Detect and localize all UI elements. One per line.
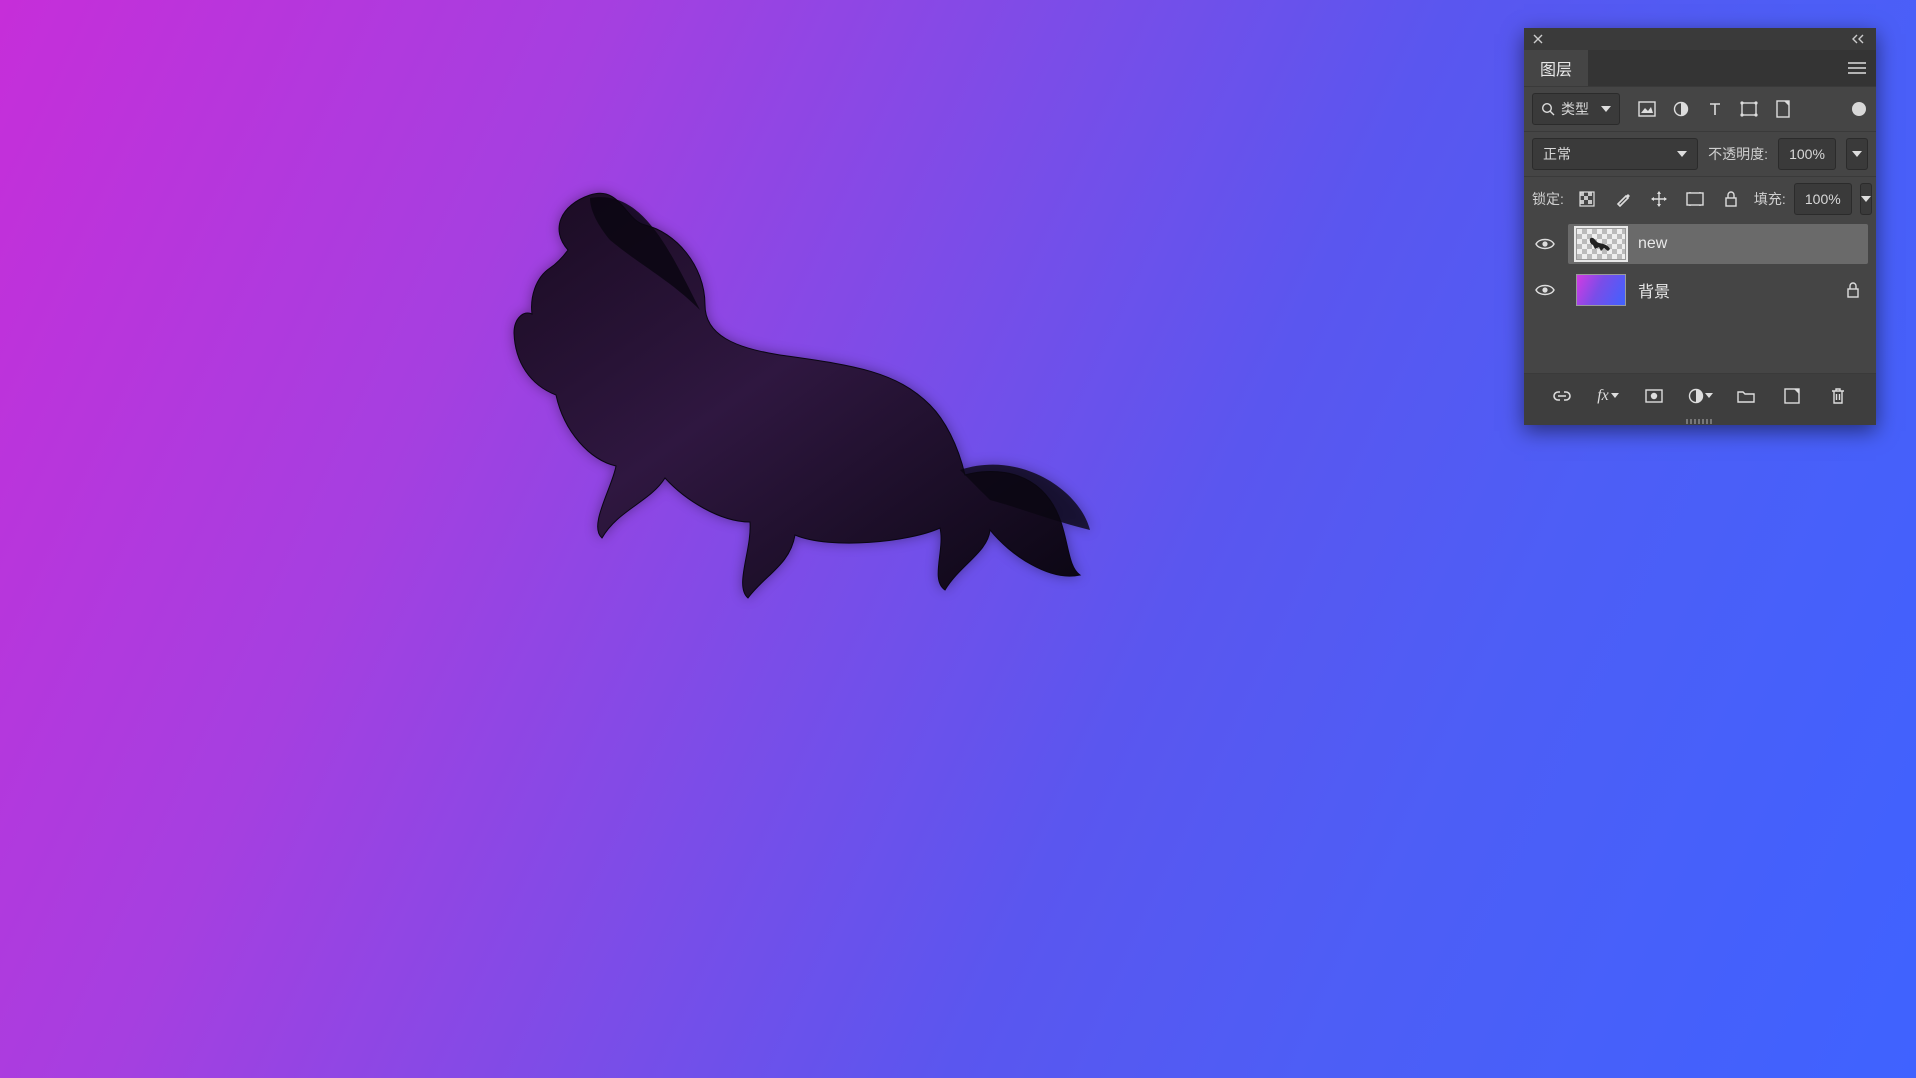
chevron-down-icon xyxy=(1677,151,1687,157)
filter-kind-dropdown[interactable]: 类型 xyxy=(1532,93,1620,125)
trash-icon[interactable] xyxy=(1824,382,1852,410)
adjustment-filter-icon[interactable] xyxy=(1666,94,1696,124)
lock-artboard-icon[interactable] xyxy=(1680,184,1710,214)
layer-filter-row: 类型 xyxy=(1524,86,1876,131)
link-layers-icon[interactable] xyxy=(1548,382,1576,410)
blend-row: 正常 不透明度: 100% xyxy=(1524,131,1876,176)
visibility-toggle-icon[interactable] xyxy=(1532,283,1558,297)
layer-row[interactable]: new xyxy=(1524,221,1876,267)
fill-label[interactable]: 填充: xyxy=(1754,189,1786,209)
fill-field[interactable]: 100% xyxy=(1794,183,1852,215)
opacity-dropdown-icon[interactable] xyxy=(1846,138,1868,170)
filter-kind-label: 类型 xyxy=(1561,99,1589,119)
visibility-toggle-icon[interactable] xyxy=(1532,237,1558,251)
smartobject-filter-icon[interactable] xyxy=(1768,94,1798,124)
filter-toggle-icon[interactable] xyxy=(1852,102,1866,116)
fill-dropdown-icon[interactable] xyxy=(1860,183,1872,215)
group-icon[interactable] xyxy=(1732,382,1760,410)
shape-filter-icon[interactable] xyxy=(1734,94,1764,124)
opacity-field[interactable]: 100% xyxy=(1778,138,1836,170)
panel-resize-grip[interactable] xyxy=(1524,417,1876,425)
layer-panel-footer: fx xyxy=(1524,373,1876,417)
lock-all-icon[interactable] xyxy=(1716,184,1746,214)
lock-row: 锁定: 填充: 100% xyxy=(1524,176,1876,221)
panel-titlebar[interactable] xyxy=(1524,28,1876,50)
lock-move-icon[interactable] xyxy=(1644,184,1674,214)
lock-pixels-icon[interactable] xyxy=(1572,184,1602,214)
blend-mode-dropdown[interactable]: 正常 xyxy=(1532,138,1698,170)
layer-list: new 背景 xyxy=(1524,221,1876,373)
opacity-value: 100% xyxy=(1789,146,1825,162)
type-filter-icon[interactable] xyxy=(1700,94,1730,124)
search-icon xyxy=(1541,102,1555,116)
panel-tabbar: 图层 xyxy=(1524,50,1876,86)
layer-name[interactable]: 背景 xyxy=(1638,278,1670,302)
panel-menu-icon[interactable] xyxy=(1838,50,1876,86)
collapse-panel-icon[interactable] xyxy=(1848,31,1870,47)
lock-brush-icon[interactable] xyxy=(1608,184,1638,214)
opacity-label[interactable]: 不透明度: xyxy=(1708,144,1768,164)
tab-layers[interactable]: 图层 xyxy=(1524,50,1588,86)
lock-label: 锁定: xyxy=(1532,189,1564,209)
new-layer-icon[interactable] xyxy=(1778,382,1806,410)
close-icon[interactable] xyxy=(1530,31,1546,47)
chevron-down-icon xyxy=(1601,106,1611,112)
canvas-artwork-horse xyxy=(490,170,1110,600)
layer-name[interactable]: new xyxy=(1638,235,1667,253)
layer-thumbnail[interactable] xyxy=(1576,274,1626,306)
tab-label: 图层 xyxy=(1540,56,1572,80)
mask-icon[interactable] xyxy=(1640,382,1668,410)
image-filter-icon[interactable] xyxy=(1632,94,1662,124)
fill-value: 100% xyxy=(1805,191,1841,207)
blend-mode-value: 正常 xyxy=(1543,144,1571,164)
fx-icon[interactable]: fx xyxy=(1594,382,1622,410)
layers-panel: 图层 类型 正常 不透明度: 100% 锁定: xyxy=(1524,28,1876,425)
layer-row[interactable]: 背景 xyxy=(1524,267,1876,313)
adjustment-layer-icon[interactable] xyxy=(1686,382,1714,410)
lock-icon[interactable] xyxy=(1846,282,1860,298)
layer-thumbnail[interactable] xyxy=(1576,228,1626,260)
